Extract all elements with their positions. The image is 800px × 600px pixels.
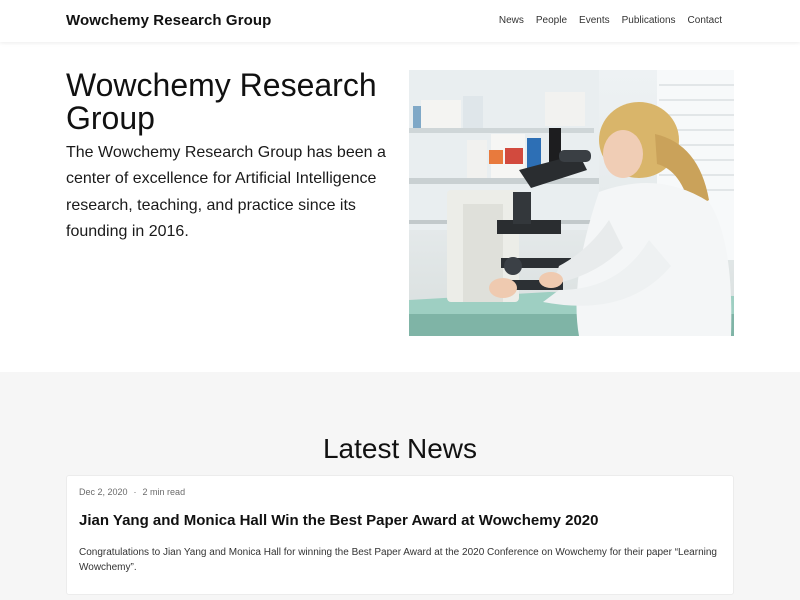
meta-separator: · — [133, 487, 137, 497]
nav-menu: News People Events Publications Contact — [499, 15, 722, 26]
navbar: Wowchemy Research Group News People Even… — [0, 0, 800, 42]
post-summary: Congratulations to Jian Yang and Monica … — [79, 547, 717, 573]
nav-link-publications[interactable]: Publications — [622, 15, 676, 26]
latest-news-section: Latest News Dec 2, 2020 · 2 min read Jian … — [0, 372, 800, 600]
reading-time: 2 min read — [142, 487, 186, 497]
post-date: Dec 2, 2020 — [79, 487, 128, 497]
hero-description: The Wowchemy Research Group has been a c… — [66, 144, 386, 240]
hero-image — [409, 70, 734, 336]
section-heading: Latest News — [322, 433, 478, 464]
nav-link-people[interactable]: People — [536, 15, 567, 26]
post-title-link[interactable]: Jian Yang and Monica Hall Win the Best P… — [79, 512, 598, 529]
hero-title: Wowchemy Research Group — [66, 67, 377, 136]
nav-link-events[interactable]: Events — [579, 15, 610, 26]
post-meta: Dec 2, 2020 · 2 min read — [79, 487, 185, 497]
nav-link-contact[interactable]: Contact — [688, 15, 722, 26]
news-card[interactable]: Dec 2, 2020 · 2 min read Jian Yang and Mon… — [66, 475, 734, 595]
brand-link[interactable]: Wowchemy Research Group — [66, 12, 271, 29]
lab-scientist-illustration — [409, 70, 734, 336]
nav-link-news[interactable]: News — [499, 15, 524, 26]
hero-section: Wowchemy Research Group The Wowchemy Res… — [0, 42, 800, 372]
